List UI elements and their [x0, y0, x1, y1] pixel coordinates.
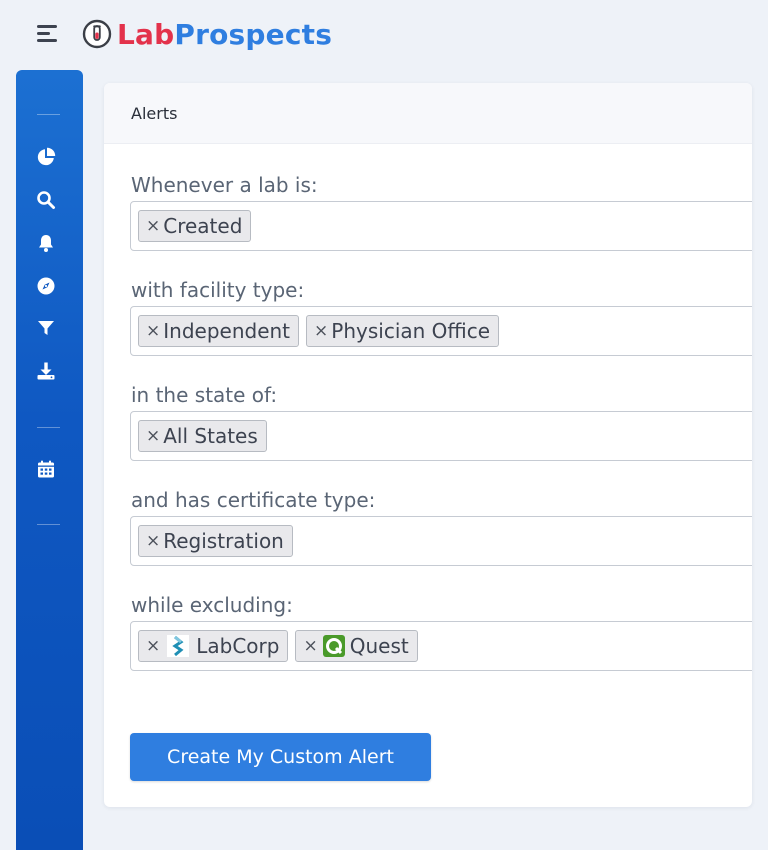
- download-icon[interactable]: [36, 361, 56, 381]
- bell-icon[interactable]: [36, 233, 56, 253]
- quest-logo-icon: [322, 635, 345, 657]
- remove-tag-icon[interactable]: ×: [146, 637, 160, 655]
- tag-all-states: × All States: [138, 420, 267, 452]
- tag-label: Registration: [163, 529, 284, 553]
- card-title: Alerts: [104, 83, 752, 144]
- create-alert-button[interactable]: Create My Custom Alert: [130, 733, 431, 781]
- tag-registration: × Registration: [138, 525, 293, 557]
- brand-logo[interactable]: LabProspects: [82, 14, 332, 54]
- tag-label: Created: [163, 214, 243, 238]
- sidebar-divider: [37, 524, 60, 525]
- certificate-type-select[interactable]: × Registration: [130, 516, 752, 566]
- filter-icon[interactable]: [36, 318, 56, 338]
- remove-tag-icon[interactable]: ×: [314, 322, 328, 340]
- compass-icon[interactable]: [36, 276, 56, 296]
- lab-event-label: Whenever a lab is:: [131, 173, 318, 197]
- sidebar-divider: [37, 427, 60, 428]
- tag-label: LabCorp: [196, 634, 280, 658]
- state-label: in the state of:: [131, 383, 278, 407]
- remove-tag-icon[interactable]: ×: [146, 322, 160, 340]
- certificate-type-label: and has certificate type:: [131, 488, 376, 512]
- tag-physician-office: × Physician Office: [306, 315, 500, 347]
- tag-quest: × Quest: [295, 630, 418, 662]
- remove-tag-icon[interactable]: ×: [146, 427, 160, 445]
- sidebar-nav: [16, 70, 83, 850]
- remove-tag-icon[interactable]: ×: [146, 217, 160, 235]
- excluding-select[interactable]: × LabCorp × Quest: [130, 621, 752, 671]
- remove-tag-icon[interactable]: ×: [146, 532, 160, 550]
- facility-type-select[interactable]: × Independent × Physician Office: [130, 306, 752, 356]
- excluding-label: while excluding:: [131, 593, 293, 617]
- menu-toggle-icon[interactable]: [37, 25, 59, 43]
- lab-event-select[interactable]: × Created: [130, 201, 752, 251]
- brand-name-lab: Lab: [117, 17, 175, 51]
- remove-tag-icon[interactable]: ×: [303, 637, 317, 655]
- tag-label: Quest: [349, 634, 409, 658]
- tag-label: Physician Office: [331, 319, 491, 343]
- tag-labcorp: × LabCorp: [138, 630, 289, 662]
- state-select[interactable]: × All States: [130, 411, 752, 461]
- tag-label: All States: [163, 424, 258, 448]
- test-tube-logo-icon: [82, 19, 112, 49]
- tag-label: Independent: [163, 319, 291, 343]
- search-icon[interactable]: [36, 190, 56, 210]
- top-bar: LabProspects: [0, 0, 768, 66]
- tag-created: × Created: [138, 210, 252, 242]
- sidebar-divider: [37, 114, 60, 115]
- calendar-icon[interactable]: [36, 459, 56, 479]
- tag-independent: × Independent: [138, 315, 300, 347]
- labcorp-logo-icon: [167, 635, 190, 657]
- alerts-card: Alerts Whenever a lab is: × Created with …: [104, 83, 752, 807]
- facility-type-label: with facility type:: [131, 278, 305, 302]
- chart-pie-icon[interactable]: [36, 147, 56, 167]
- brand-name-prospects: Prospects: [174, 17, 333, 51]
